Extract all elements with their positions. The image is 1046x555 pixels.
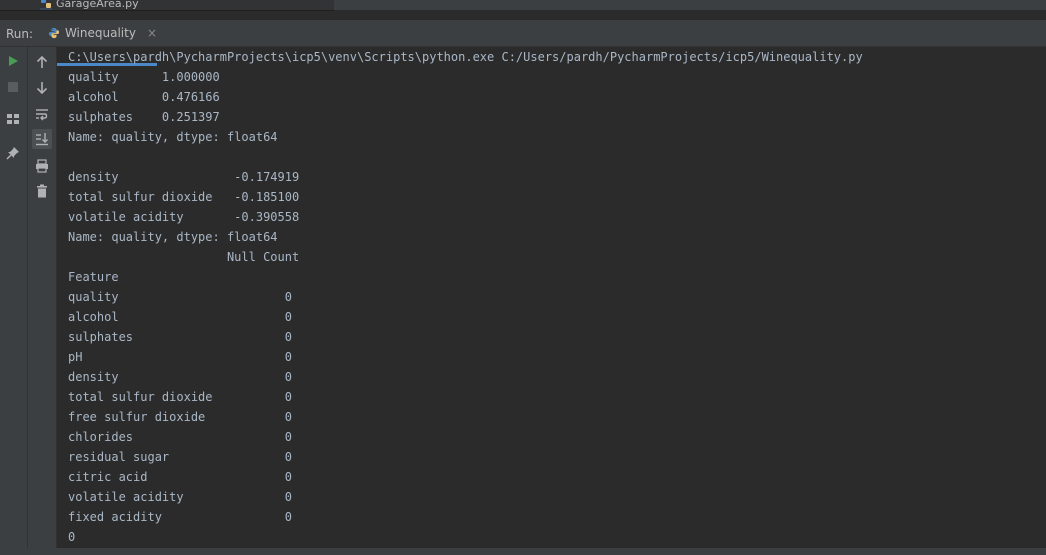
- console-line: Name: quality, dtype: float64: [68, 230, 278, 244]
- project-tree: GarageArea.py: [0, 0, 334, 11]
- run-toolbar-primary: [0, 47, 28, 555]
- console-line: Name: quality, dtype: float64: [68, 130, 278, 144]
- editor-header-strip: [334, 0, 1046, 10]
- print-icon: [36, 159, 48, 173]
- console-line: sulphates 0: [68, 330, 292, 344]
- pin-icon: [6, 147, 19, 160]
- stop-button[interactable]: [3, 77, 23, 97]
- layout-icon: [7, 114, 19, 124]
- console-line: sulphates 0.251397: [68, 110, 220, 124]
- console-line: residual sugar 0: [68, 450, 292, 464]
- soft-wrap-icon: [36, 109, 48, 121]
- console-line: total sulfur dioxide 0: [68, 390, 292, 404]
- pin-button[interactable]: [3, 143, 23, 163]
- run-label: Run:: [6, 27, 34, 41]
- console-line: alcohol 0: [68, 310, 292, 324]
- tab-winequality[interactable]: Winequality ×: [40, 22, 157, 44]
- console-output[interactable]: C:\Users\pardh\PycharmProjects\icp5\venv…: [68, 47, 1046, 555]
- console-line: quality 0: [68, 290, 292, 304]
- console-line: Feature: [68, 270, 119, 284]
- console-line: free sulfur dioxide 0: [68, 410, 292, 424]
- console-line: density 0: [68, 370, 292, 384]
- soft-wrap-button[interactable]: [32, 104, 52, 124]
- console-line: alcohol 0.476166: [68, 90, 220, 104]
- console-line: volatile acidity -0.390558: [68, 210, 300, 224]
- close-icon[interactable]: ×: [147, 26, 157, 40]
- scroll-down-icon: [36, 82, 48, 95]
- tree-item-garagearea[interactable]: GarageArea.py: [40, 0, 139, 10]
- stop-icon: [8, 82, 18, 92]
- scroll-to-end-icon: [36, 133, 48, 146]
- console-line: volatile acidity 0: [68, 490, 292, 504]
- tab-label: Winequality: [64, 26, 136, 40]
- scroll-to-end-button[interactable]: [32, 129, 52, 149]
- trash-icon: [37, 184, 47, 198]
- console-line: pH 0: [68, 350, 292, 364]
- console-line: density -0.174919: [68, 170, 300, 184]
- console-line: citric acid 0: [68, 470, 292, 484]
- tree-item-label: GarageArea.py: [56, 0, 139, 10]
- print-button[interactable]: [32, 156, 52, 176]
- scroll-down-button[interactable]: [32, 78, 52, 98]
- scroll-up-button[interactable]: [32, 52, 52, 72]
- run-toolbar-secondary: [28, 47, 57, 555]
- console-line: quality 1.000000: [68, 70, 220, 84]
- run-tool-window-header: Run: Winequality ×: [0, 20, 1046, 66]
- console-line: C:\Users\pardh\PycharmProjects\icp5\venv…: [68, 50, 863, 64]
- python-icon: [48, 27, 60, 39]
- run-button[interactable]: [3, 51, 23, 71]
- tree-item-partial: [40, 8, 52, 10]
- scroll-up-icon: [36, 55, 48, 68]
- console-line: 0: [68, 530, 76, 544]
- console-line: fixed acidity 0: [68, 510, 292, 524]
- layout-button[interactable]: [3, 109, 23, 129]
- clear-all-button[interactable]: [32, 181, 52, 201]
- console-line: total sulfur dioxide -0.185100: [68, 190, 300, 204]
- console-line: chlorides 0: [68, 430, 292, 444]
- run-icon: [9, 56, 18, 66]
- status-bar: [0, 548, 1046, 555]
- console-line: Null Count: [68, 250, 300, 264]
